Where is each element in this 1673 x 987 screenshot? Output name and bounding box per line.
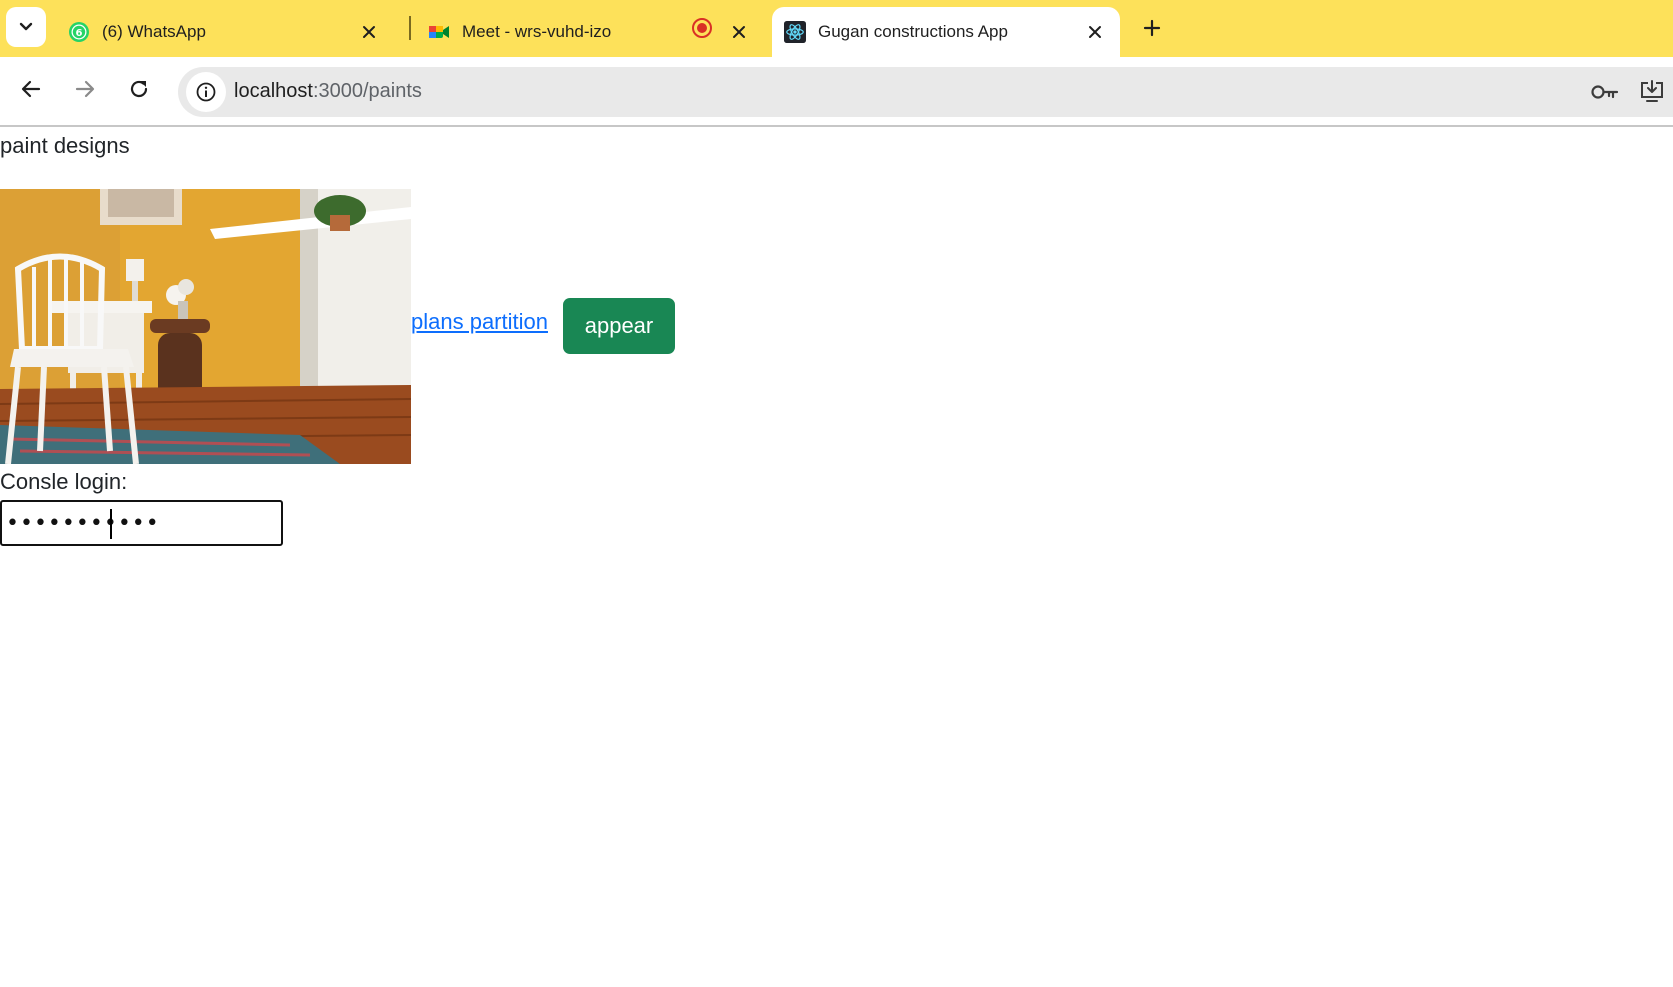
tab-title: Meet - wrs-vuhd-izo — [462, 22, 612, 41]
tab-search-button[interactable] — [6, 7, 46, 47]
react-icon — [784, 21, 806, 43]
back-button[interactable] — [14, 72, 48, 106]
url-host: localhost — [234, 80, 313, 102]
tab-separator — [409, 16, 411, 40]
close-icon — [1089, 26, 1101, 38]
plus-icon — [1143, 19, 1161, 37]
tab-title: (6) WhatsApp — [102, 22, 206, 41]
close-icon — [733, 26, 745, 38]
install-app-icon — [1641, 80, 1663, 102]
reload-button[interactable] — [122, 72, 156, 106]
page-content: paint designs plans partition appear Con… — [0, 129, 1673, 987]
recording-icon — [692, 18, 712, 38]
install-app-button[interactable] — [1638, 79, 1666, 105]
password-key-icon — [1591, 85, 1619, 99]
appear-button[interactable]: appear — [563, 298, 675, 354]
browser-toolbar: localhost:3000/paints — [0, 57, 1673, 127]
new-tab-button[interactable] — [1138, 14, 1166, 42]
address-bar[interactable]: localhost:3000/paints — [178, 67, 1673, 117]
close-tab-button[interactable] — [357, 20, 381, 44]
url-path: :3000/paints — [312, 80, 422, 102]
close-tab-button[interactable] — [727, 20, 751, 44]
reload-icon — [130, 80, 148, 98]
site-info-icon — [196, 82, 216, 102]
console-password-input[interactable] — [0, 500, 283, 546]
text-caret — [110, 509, 112, 539]
tab-whatsapp[interactable]: 6 (6) WhatsApp — [68, 7, 398, 57]
plans-partition-link[interactable]: plans partition — [411, 309, 548, 335]
close-icon — [363, 26, 375, 38]
page-heading: paint designs — [0, 133, 130, 158]
tab-title: Gugan constructions App — [818, 22, 1008, 41]
back-arrow-icon — [21, 80, 41, 98]
google-meet-icon — [428, 21, 450, 43]
close-tab-button[interactable] — [1083, 20, 1107, 44]
room-photo — [0, 189, 411, 464]
password-manager-button[interactable] — [1591, 79, 1619, 105]
url-text: localhost:3000/paints — [234, 80, 422, 103]
tab-strip: 6 (6) WhatsApp Meet - wrs-vuhd-izo Gugan… — [0, 0, 1673, 57]
whatsapp-badge: 6 — [76, 28, 83, 39]
forward-button[interactable] — [68, 72, 102, 106]
tab-gugan-app[interactable]: Gugan constructions App — [772, 7, 1120, 57]
site-info-button[interactable] — [186, 72, 226, 112]
console-login-label: Consle login: — [0, 469, 128, 494]
chevron-down-icon — [19, 22, 33, 31]
whatsapp-icon: 6 — [68, 21, 90, 43]
forward-arrow-icon — [75, 80, 95, 98]
